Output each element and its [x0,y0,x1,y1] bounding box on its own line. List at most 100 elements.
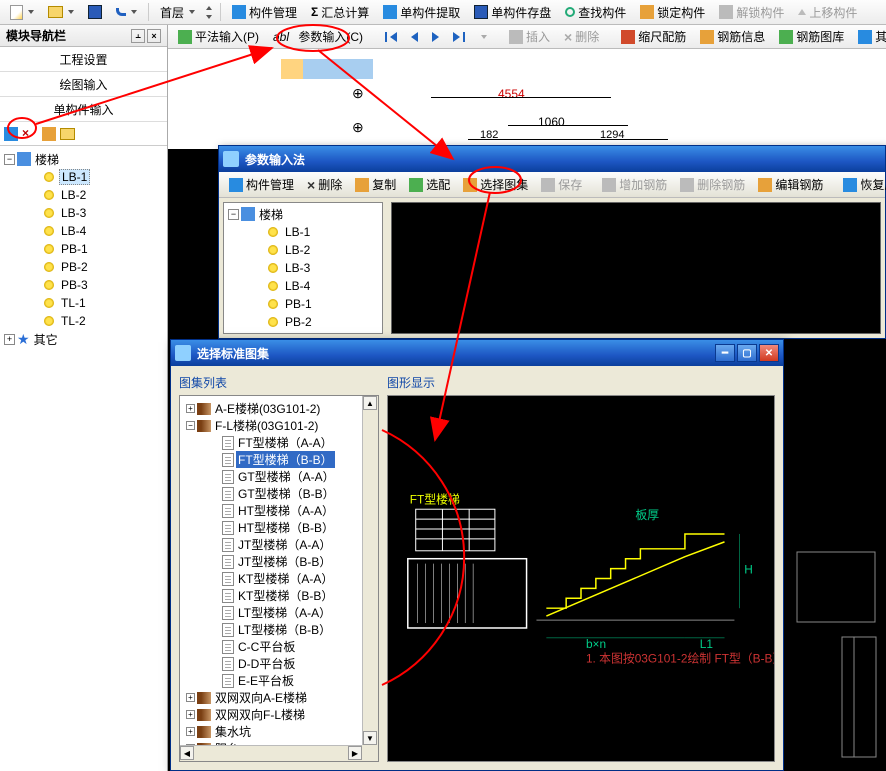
pw-copy[interactable]: 复制 [349,173,402,196]
nav-next[interactable] [426,29,445,45]
undo-button[interactable] [110,5,143,19]
close-panel-button[interactable]: × [147,29,161,43]
pw-tree-item[interactable]: PB-3 [226,331,380,334]
mini-copy-icon[interactable] [42,127,56,141]
atlas-group[interactable]: +A-E楼梯(03G101-2) [184,400,374,417]
atlas-preview[interactable]: FT型楼梯 b×n L1 H 板厚 1 [387,395,775,762]
pw-preview[interactable] [391,202,881,334]
atlas-item[interactable]: JT型楼梯（B-B） [184,553,374,570]
tree-expand-icon[interactable]: + [186,693,195,702]
atlas-group[interactable]: −F-L楼梯(03G101-2) [184,417,374,434]
spin-up[interactable] [203,5,215,20]
tree-expand-icon[interactable]: + [186,404,195,413]
scroll-right-button[interactable]: ▶ [348,746,362,760]
insert-button[interactable]: 插入 [503,25,556,48]
pw-tree-item[interactable]: PB-1 [226,295,380,313]
module-item-project[interactable]: 工程设置 [0,47,167,72]
nav-down[interactable] [473,32,493,42]
nav-first[interactable] [379,29,403,45]
atlas-item[interactable]: JT型楼梯（A-A） [184,536,374,553]
maximize-button[interactable]: ▢ [737,344,757,362]
atlas-item[interactable]: GT型楼梯（B-B） [184,485,374,502]
find-member-button[interactable]: 查找构件 [559,1,632,24]
pw-del-rebar[interactable]: 删除钢筋 [674,173,751,196]
module-item-draw[interactable]: 绘图输入 [0,72,167,97]
mini-list-icon[interactable] [4,127,18,141]
scroll-down-button[interactable]: ▼ [363,731,377,745]
atlas-group[interactable]: +双网双向F-L楼梯 [184,706,374,723]
single-save-button[interactable]: 单构件存盘 [468,1,557,24]
scroll-up-button[interactable]: ▲ [363,396,377,410]
atlas-item[interactable]: FT型楼梯（A-A） [184,434,374,451]
mini-delete-icon[interactable]: × [22,126,38,142]
move-up-button[interactable]: 上移构件 [792,1,863,24]
tree-item-pb3[interactable]: PB-3 [2,276,165,294]
rebar-info-button[interactable]: 钢筋信息 [694,25,771,48]
pw-config[interactable]: 选配 [403,173,456,196]
atlas-item[interactable]: HT型楼梯（B-B） [184,519,374,536]
tree-item-pb1[interactable]: PB-1 [2,240,165,258]
rebar-lib-button[interactable]: 钢筋图库 [773,25,850,48]
pw-tree-root[interactable]: − 楼梯 [226,205,380,223]
single-extract-button[interactable]: 单构件提取 [377,1,466,24]
param-input-button[interactable]: abl 参数输入(C) [267,25,369,48]
tree-expand-icon[interactable]: + [186,727,195,736]
tree-item-lb4[interactable]: LB-4 [2,222,165,240]
pw-select-atlas[interactable]: 选择图集 [457,173,534,196]
new-doc-button[interactable] [4,2,40,23]
pw-tree-item[interactable]: LB-1 [226,223,380,241]
member-mgr-button[interactable]: 构件管理 [226,1,303,24]
pin-button[interactable]: ⫠ [131,29,145,43]
tree-item-pb2[interactable]: PB-2 [2,258,165,276]
tree-collapse-icon[interactable]: − [4,154,15,165]
module-item-single[interactable]: 单构件输入 [0,97,167,122]
param-window-titlebar[interactable]: 参数输入法 [219,146,885,172]
atlas-item[interactable]: KT型楼梯（A-A） [184,570,374,587]
delete-button[interactable]: ×删除 [558,25,605,48]
nav-last[interactable] [447,29,471,45]
pw-save[interactable]: 保存 [535,173,588,196]
tree-collapse-icon[interactable]: − [186,421,195,430]
atlas-item[interactable]: KT型楼梯（B-B） [184,587,374,604]
unlock-member-button[interactable]: 解锁构件 [713,1,790,24]
scale-rebar-button[interactable]: 缩尺配筋 [615,25,692,48]
atlas-dialog-titlebar[interactable]: 选择标准图集 ━ ▢ ✕ [171,340,783,366]
v-scrollbar[interactable]: ▲ ▼ [362,396,378,745]
atlas-item[interactable]: D-D平台板 [184,655,374,672]
tree-root-other[interactable]: + ★ 其它 [2,330,165,348]
level-select[interactable]: 首层 [154,1,201,24]
h-scrollbar[interactable]: ◀ ▶ [180,745,362,761]
pw-edit-rebar[interactable]: 编辑钢筋 [752,173,829,196]
close-button[interactable]: ✕ [759,344,779,362]
atlas-listbox[interactable]: +A-E楼梯(03G101-2)−F-L楼梯(03G101-2)FT型楼梯（A-… [179,395,379,762]
flat-input-button[interactable]: 平法输入(P) [172,25,265,48]
tree-expand-icon[interactable]: + [186,710,195,719]
tree-item-tl1[interactable]: TL-1 [2,294,165,312]
pw-tree-item[interactable]: PB-2 [226,313,380,331]
lock-member-button[interactable]: 锁定构件 [634,1,711,24]
tree-root-stair[interactable]: − 楼梯 [2,150,165,168]
nav-prev[interactable] [405,29,424,45]
atlas-item[interactable]: FT型楼梯（B-B） [184,451,374,468]
mini-folder-icon[interactable] [60,128,75,140]
pw-add-rebar[interactable]: 增加钢筋 [596,173,673,196]
open-button[interactable] [42,3,80,21]
atlas-item[interactable]: C-C平台板 [184,638,374,655]
atlas-item[interactable]: HT型楼梯（A-A） [184,502,374,519]
tree-collapse-icon[interactable]: − [228,209,239,220]
save-button[interactable] [82,2,108,22]
tree-item-lb2[interactable]: LB-2 [2,186,165,204]
pw-tree-item[interactable]: LB-2 [226,241,380,259]
pw-delete[interactable]: ×删除 [301,173,348,196]
tree-item-lb1[interactable]: LB-1 [2,168,165,186]
atlas-group[interactable]: +双网双向A-E楼梯 [184,689,374,706]
pw-restore[interactable]: 恢复原始 [837,173,886,196]
scroll-left-button[interactable]: ◀ [180,746,194,760]
minimize-button[interactable]: ━ [715,344,735,362]
tree-item-tl2[interactable]: TL-2 [2,312,165,330]
pw-tree-item[interactable]: LB-3 [226,259,380,277]
other-button[interactable]: 其他 [852,25,886,48]
tree-expand-icon[interactable]: + [4,334,15,345]
atlas-item[interactable]: LT型楼梯（A-A） [184,604,374,621]
pw-member-mgr[interactable]: 构件管理 [223,173,300,196]
